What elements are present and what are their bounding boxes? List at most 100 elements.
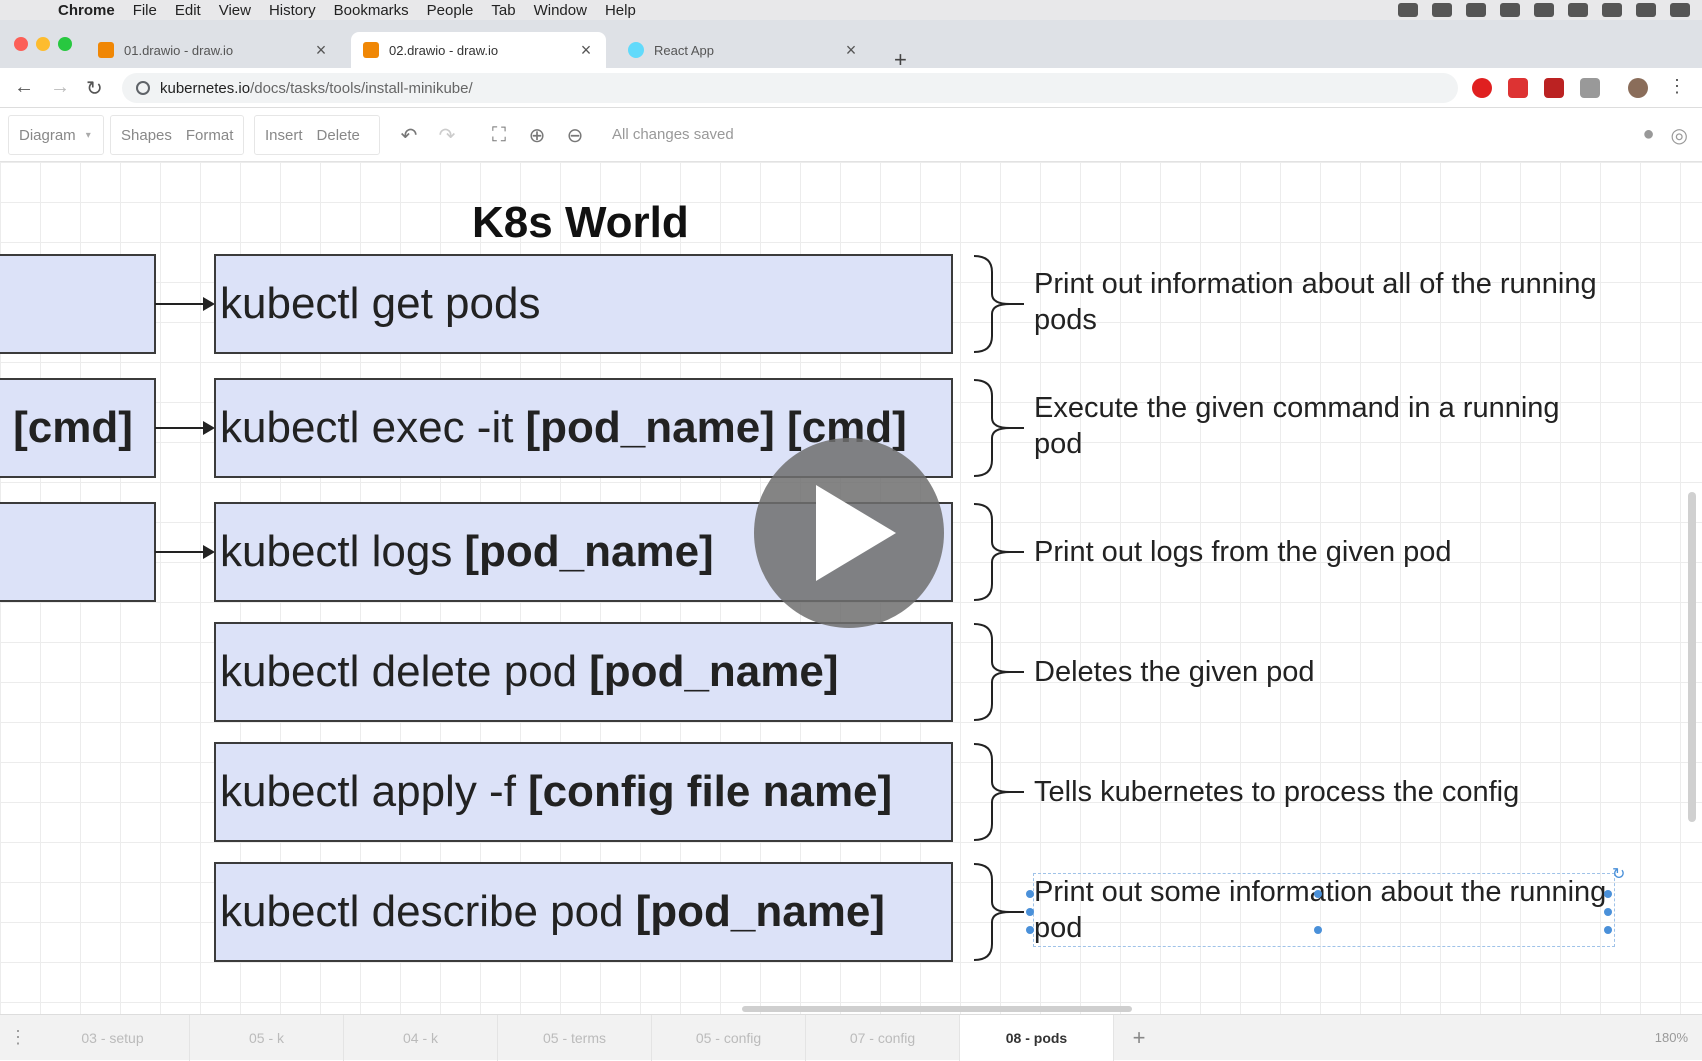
diagram-menu-button[interactable]: Diagram — [9, 127, 86, 144]
resize-handle[interactable] — [1314, 926, 1322, 934]
tab-close-icon[interactable]: × — [843, 40, 859, 61]
site-info-icon[interactable] — [136, 81, 150, 95]
menu-help[interactable]: Help — [605, 2, 636, 19]
extension-icon[interactable] — [1544, 78, 1564, 98]
page-tab[interactable]: 07 - config — [806, 1014, 960, 1061]
connector-arrow[interactable] — [155, 297, 215, 311]
delete-button[interactable]: Delete — [313, 127, 370, 144]
connector-arrow[interactable] — [155, 421, 215, 435]
kebab-menu-icon[interactable]: ⋮ — [1668, 76, 1686, 97]
back-arrow-icon[interactable]: ← — [14, 76, 34, 99]
insert-button[interactable]: Insert — [255, 127, 313, 144]
browser-tab[interactable]: React App × — [616, 32, 871, 68]
extension-icon[interactable] — [1580, 78, 1600, 98]
vertical-scrollbar[interactable] — [1688, 492, 1696, 822]
left-shape[interactable] — [0, 254, 156, 354]
command-box[interactable]: kubectl describe pod [pod_name] — [214, 862, 953, 962]
cloud-icon[interactable] — [1500, 3, 1520, 17]
browser-tab[interactable]: 01.drawio - draw.io × — [86, 32, 341, 68]
save-status: All changes saved — [612, 126, 734, 143]
pages-menu-icon[interactable]: ⋮ — [0, 1027, 36, 1048]
forward-arrow-icon[interactable]: → — [50, 76, 70, 99]
menu-tab[interactable]: Tab — [491, 2, 515, 19]
tab-close-icon[interactable]: × — [578, 40, 594, 61]
shapes-button[interactable]: Shapes — [111, 127, 182, 144]
resize-handle[interactable] — [1604, 908, 1612, 916]
window-minimize-button[interactable] — [36, 37, 50, 51]
window-close-button[interactable] — [14, 37, 28, 51]
page-tab[interactable]: 05 - terms — [498, 1014, 652, 1061]
notification-center-icon[interactable] — [1670, 3, 1690, 17]
page-tab-active[interactable]: 08 - pods — [960, 1014, 1114, 1061]
menu-people[interactable]: People — [427, 2, 474, 19]
menu-bookmarks[interactable]: Bookmarks — [334, 2, 409, 19]
rotate-handle-icon[interactable]: ↻ — [1612, 864, 1625, 884]
command-description[interactable]: Deletes the given pod — [1034, 654, 1614, 690]
command-box[interactable]: kubectl get pods — [214, 254, 953, 354]
command-description[interactable]: Tells kubernetes to process the config — [1034, 774, 1614, 810]
command-argument: [pod_name] — [635, 887, 885, 936]
command-argument: [pod_name] — [589, 647, 839, 696]
command-box[interactable]: kubectl delete pod [pod_name] — [214, 622, 953, 722]
command-description[interactable]: Execute the given command in a running p… — [1034, 390, 1614, 462]
glasses-icon[interactable] — [1466, 3, 1486, 17]
spotlight-search-icon[interactable] — [1602, 3, 1622, 17]
resize-handle[interactable] — [1604, 890, 1612, 898]
curly-brace — [973, 503, 1024, 601]
command-description[interactable]: Print out information about all of the r… — [1034, 266, 1614, 338]
page-tab[interactable]: 04 - k — [344, 1014, 498, 1061]
battery-icon[interactable] — [1568, 3, 1588, 17]
redo-icon[interactable]: ↷ — [428, 123, 466, 148]
user-icon[interactable]: ● — [1642, 123, 1654, 148]
format-button[interactable]: Format — [182, 127, 244, 144]
left-shape[interactable]: [cmd] — [0, 378, 156, 478]
menu-view[interactable]: View — [219, 2, 251, 19]
profile-avatar[interactable] — [1628, 78, 1648, 98]
diagram-canvas[interactable]: K8s World kubectl get pods Print out inf… — [0, 162, 1702, 1014]
chevron-down-icon: ▾ — [85, 129, 91, 141]
react-icon — [628, 42, 644, 58]
tab-close-icon[interactable]: × — [313, 40, 329, 61]
reload-icon[interactable]: ↻ — [86, 76, 103, 101]
url-field[interactable]: kubernetes.io /docs/tasks/tools/install-… — [122, 73, 1458, 103]
page-tabs-bar: ⋮ 03 - setup 05 - k 04 - k 05 - terms 05… — [0, 1014, 1702, 1061]
page-tab[interactable]: 05 - config — [652, 1014, 806, 1061]
menu-chrome[interactable]: Chrome — [58, 2, 115, 19]
command-description-selected[interactable]: Print out some information about the run… — [1033, 873, 1615, 947]
opera-extension-icon[interactable] — [1472, 78, 1492, 98]
wifi-icon[interactable] — [1534, 3, 1554, 17]
language-globe-icon[interactable]: ◎ — [1671, 123, 1688, 148]
resize-handle[interactable] — [1026, 890, 1034, 898]
resize-handle[interactable] — [1604, 926, 1612, 934]
resize-handle[interactable] — [1026, 908, 1034, 916]
horizontal-scrollbar[interactable] — [742, 1006, 1132, 1012]
extension-icon[interactable] — [1508, 78, 1528, 98]
menu-file[interactable]: File — [133, 2, 157, 19]
app-status-icon[interactable] — [1432, 3, 1452, 17]
siri-icon[interactable] — [1636, 3, 1656, 17]
zoom-in-icon[interactable]: ⊕ — [518, 123, 556, 148]
connector-arrow[interactable] — [155, 545, 215, 559]
zoom-level[interactable]: 180% — [1655, 1015, 1688, 1061]
window-zoom-button[interactable] — [58, 37, 72, 51]
zoom-out-icon[interactable]: ⊖ — [556, 123, 594, 148]
docker-icon[interactable] — [1398, 3, 1418, 17]
browser-tab-active[interactable]: 02.drawio - draw.io × — [351, 32, 606, 68]
video-play-button[interactable] — [754, 438, 944, 628]
menu-history[interactable]: History — [269, 2, 316, 19]
resize-handle[interactable] — [1026, 926, 1034, 934]
command-description[interactable]: Print out logs from the given pod — [1034, 534, 1614, 570]
drawio-icon — [363, 42, 379, 58]
menu-window[interactable]: Window — [534, 2, 587, 19]
left-shape[interactable] — [0, 502, 156, 602]
resize-handle[interactable] — [1314, 890, 1322, 898]
page-tab[interactable]: 03 - setup — [36, 1014, 190, 1061]
menu-edit[interactable]: Edit — [175, 2, 201, 19]
diagram-title[interactable]: K8s World — [472, 198, 689, 248]
fullscreen-icon[interactable]: ⛶ — [480, 124, 518, 147]
undo-icon[interactable]: ↶ — [390, 123, 428, 148]
page-tab[interactable]: 05 - k — [190, 1014, 344, 1061]
toolbar-right: ● ◎ — [1642, 123, 1688, 148]
add-page-button[interactable]: + — [1114, 1025, 1164, 1051]
command-box[interactable]: kubectl apply -f [config file name] — [214, 742, 953, 842]
